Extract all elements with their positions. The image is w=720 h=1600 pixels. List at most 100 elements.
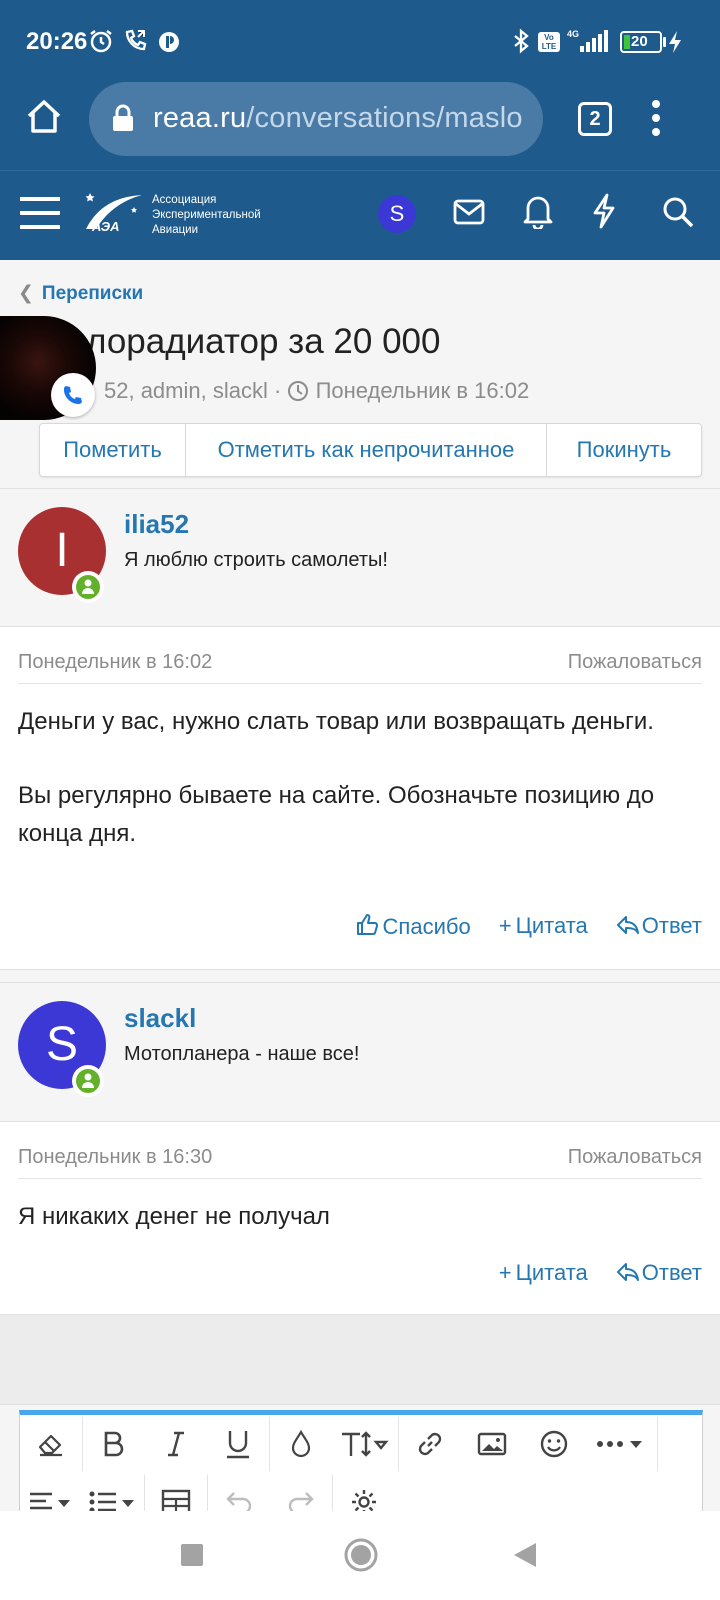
user-title: Я люблю строить самолеты!: [124, 549, 388, 571]
message-paragraph: Я никаких денег не получал: [18, 1203, 330, 1230]
site-logo[interactable]: АЭА: [82, 189, 150, 237]
message-date[interactable]: Понедельник в 16:30: [18, 1146, 212, 1169]
volte-icon: Vo LTE: [538, 32, 560, 52]
bolt-icon[interactable]: [591, 193, 617, 229]
text-color-button[interactable]: [270, 1415, 332, 1473]
menu-dots-icon[interactable]: [650, 98, 662, 138]
image-button[interactable]: [461, 1415, 523, 1473]
mark-button[interactable]: Пометить: [40, 424, 186, 476]
url-domain: reaa.ru: [153, 102, 247, 134]
status-bar: 20:26 Vo LTE 4G 20: [0, 0, 720, 80]
font-size-button[interactable]: [332, 1415, 398, 1473]
mark-unread-button[interactable]: Отметить как непрочитанное: [186, 424, 547, 476]
status-time: 20:26: [26, 28, 88, 55]
back-nav-icon[interactable]: [512, 1541, 538, 1569]
message-body: Я никаких денег не получал: [18, 1198, 698, 1236]
battery-icon: 20: [620, 31, 662, 53]
logo-line-2: Экспериментальной: [152, 209, 261, 221]
clock-icon: [288, 381, 309, 401]
smiley-icon: [540, 1430, 568, 1458]
leave-button[interactable]: Покинуть: [547, 424, 701, 476]
clear-format-button[interactable]: [20, 1415, 82, 1473]
eraser-icon: [38, 1434, 62, 1457]
quote-button[interactable]: + Цитата: [499, 1260, 588, 1286]
breadcrumb[interactable]: ❮ Переписки: [18, 282, 143, 305]
more-dots-icon: [597, 1441, 642, 1448]
conversation-page: ❮ Переписки лорадиатор за 20 000 52, admi…: [0, 260, 720, 1520]
phone-icon: [64, 386, 82, 404]
message-date[interactable]: Понедельник в 16:02: [18, 651, 212, 674]
home-icon[interactable]: [24, 97, 64, 137]
message: Понедельник в 16:30 Пожаловаться Я никак…: [0, 1122, 720, 1315]
home-nav-icon[interactable]: [343, 1537, 379, 1573]
message-paragraph: Деньги у вас, нужно слать товар или возв…: [18, 708, 654, 735]
italic-icon: [168, 1431, 184, 1457]
message-user-block: S slackl Мотопланера - наше все!: [0, 982, 720, 1122]
like-button[interactable]: Спасибо: [355, 913, 471, 940]
tabs-button[interactable]: 2: [578, 102, 612, 136]
inbox-icon[interactable]: [453, 197, 485, 227]
link-button[interactable]: [399, 1415, 461, 1473]
account-avatar[interactable]: S: [378, 195, 416, 233]
image-icon: [477, 1432, 507, 1456]
reply-editor[interactable]: [19, 1410, 703, 1520]
quote-button[interactable]: + Цитата: [499, 913, 588, 940]
reply-button[interactable]: Ответ: [616, 1260, 702, 1286]
participants[interactable]: 52, admin, slackl: [104, 378, 268, 403]
user-online-icon: [82, 579, 94, 594]
bold-icon: [104, 1431, 124, 1457]
call-forward-icon: [125, 29, 147, 51]
reply-button[interactable]: Ответ: [616, 913, 702, 940]
battery-level: 20: [631, 33, 648, 50]
url-path: /conversations/maslo: [246, 102, 523, 134]
logo-text: Ассоциация Экспериментальной Авиации: [152, 193, 261, 238]
system-nav-bar: [0, 1511, 720, 1600]
username[interactable]: ilia52: [124, 509, 189, 540]
plus-icon: +: [498, 913, 512, 938]
url-bar[interactable]: reaa.ru/conversations/maslo: [89, 82, 543, 156]
divider: [18, 683, 702, 684]
reply-icon: [616, 1263, 639, 1281]
like-label: Спасибо: [382, 914, 471, 939]
toolbar-separator: [657, 1417, 658, 1471]
recent-apps-icon[interactable]: [180, 1543, 204, 1567]
underline-button[interactable]: [207, 1415, 269, 1473]
hamburger-menu-icon[interactable]: [20, 195, 62, 231]
report-link[interactable]: Пожаловаться: [568, 1146, 702, 1169]
reply-area-background: [0, 1315, 720, 1405]
online-indicator: [72, 1065, 104, 1097]
bell-icon[interactable]: [523, 193, 553, 229]
reply-label: Ответ: [641, 1260, 702, 1285]
bold-button[interactable]: [83, 1415, 145, 1473]
alarm-icon: [90, 30, 112, 53]
logo-line-1: Ассоциация: [152, 194, 217, 206]
conversation-date: Понедельник в 16:02: [315, 378, 530, 403]
search-icon[interactable]: [661, 195, 695, 229]
signal-icon: [580, 30, 608, 52]
message-actions: Спасибо + Цитата Ответ: [355, 913, 702, 940]
user-title: Мотопланера - наше все!: [124, 1043, 360, 1065]
quote-label: Цитата: [515, 913, 588, 938]
conversation-actions: Пометить Отметить как непрочитанное Поки…: [39, 423, 702, 477]
underline-icon: [227, 1431, 249, 1459]
username[interactable]: slackl: [124, 1003, 196, 1034]
link-icon: [418, 1432, 442, 1456]
report-link[interactable]: Пожаловаться: [568, 651, 702, 674]
browser-toolbar: reaa.ru/conversations/maslo 2: [0, 80, 720, 170]
call-bubble[interactable]: [51, 373, 95, 417]
chevron-left-icon: ❮: [18, 283, 34, 304]
editor-toolbar-row: [20, 1415, 658, 1473]
more-options-button[interactable]: [585, 1415, 657, 1473]
message-body: Деньги у вас, нужно слать товар или возв…: [18, 703, 698, 853]
conversation-title: лорадиатор за 20 000: [86, 322, 441, 361]
lock-icon: [113, 104, 133, 131]
plus-icon: +: [498, 1260, 512, 1285]
message: Понедельник в 16:02 Пожаловаться Деньги …: [0, 627, 720, 970]
emoji-button[interactable]: [523, 1415, 585, 1473]
meta-separator: ·: [273, 378, 288, 403]
reply-label: Ответ: [641, 913, 702, 938]
droplet-icon: [291, 1430, 311, 1458]
italic-button[interactable]: [145, 1415, 207, 1473]
thumbs-up-icon: [356, 914, 378, 935]
app-notification-icon: [159, 32, 179, 52]
